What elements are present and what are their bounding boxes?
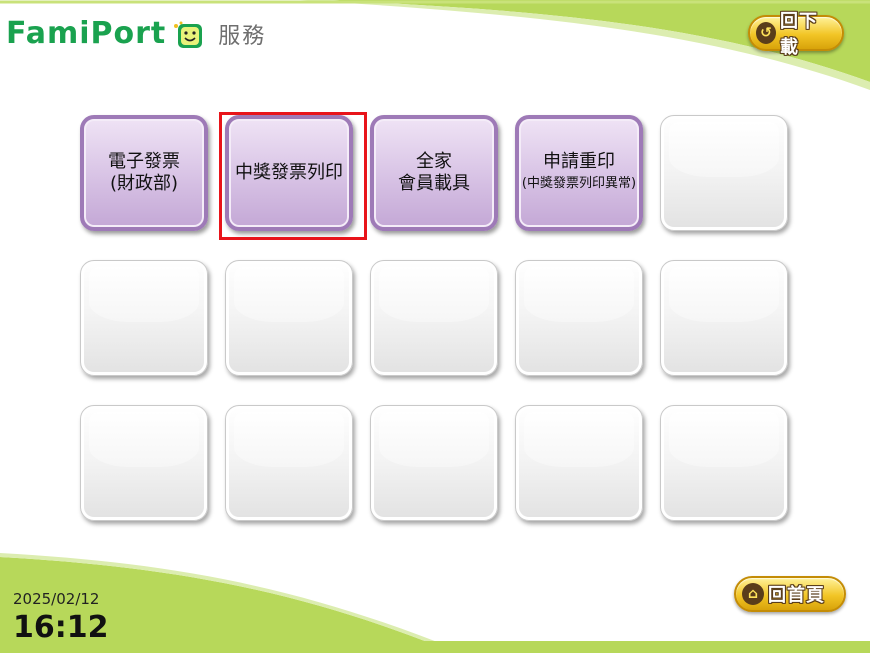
empty-tile (370, 405, 498, 521)
winning-invoice-print-tile[interactable]: 中獎發票列印 (225, 115, 353, 231)
reprint-request-tile[interactable]: 申請重印 (中獎發票列印異常) (515, 115, 643, 231)
empty-tile (660, 115, 788, 231)
brand-header: FamiPort 服務 (6, 18, 266, 50)
member-carrier-tile[interactable]: 全家 會員載具 (370, 115, 498, 231)
tile-label: 電子發票 (108, 151, 180, 172)
empty-tile (225, 260, 353, 376)
empty-tile (370, 260, 498, 376)
home-button[interactable]: ⌂ 回首頁 (734, 576, 846, 612)
empty-tile (515, 405, 643, 521)
footer-date: 2025/02/12 (13, 590, 100, 608)
empty-tile (80, 260, 208, 376)
famiport-logo: FamiPort (6, 16, 167, 51)
page-title: 服務 (218, 24, 267, 49)
empty-tile (80, 405, 208, 521)
smiley-mascot-icon (172, 20, 203, 48)
tile-label: 中獎發票列印 (235, 162, 343, 183)
empty-tile (225, 405, 353, 521)
footer-time: 16:12 (13, 610, 109, 645)
empty-tile (660, 405, 788, 521)
empty-tile (660, 260, 788, 376)
tile-label: (中獎發票列印異常) (521, 176, 637, 191)
tile-label: 全家 (416, 151, 452, 172)
tile-label: 申請重印 (543, 151, 615, 172)
back-to-download-button[interactable]: ↺ 回下載 (748, 11, 844, 58)
service-menu-grid: 電子發票 (財政部) 中獎發票列印 全家 會員載具 申請重印 (中獎發票列印異常) (80, 115, 795, 540)
tile-label: (財政部) (109, 173, 179, 194)
back-arrow-icon: ↺ (756, 22, 777, 44)
tile-label: 會員載具 (398, 173, 470, 194)
e-invoice-tile[interactable]: 電子發票 (財政部) (80, 115, 208, 231)
empty-tile (515, 260, 643, 376)
home-icon: ⌂ (742, 583, 764, 605)
